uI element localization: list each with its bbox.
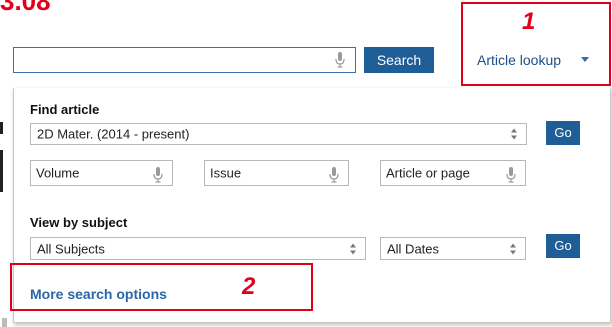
journal-select[interactable]: 2D Mater. (2014 - present) bbox=[30, 123, 527, 145]
select-arrows-icon bbox=[510, 243, 516, 254]
search-input[interactable] bbox=[13, 47, 356, 73]
select-arrows-icon bbox=[511, 128, 517, 140]
subject-select[interactable]: All Subjects bbox=[30, 237, 366, 260]
article-or-page-placeholder: Article or page bbox=[386, 165, 470, 181]
find-article-title: Find article bbox=[30, 102, 100, 117]
cropped-heading: 3.08 bbox=[0, 0, 51, 16]
find-article-go-button[interactable]: Go bbox=[546, 121, 580, 145]
microphone-icon[interactable] bbox=[329, 167, 339, 183]
background-edge-mark bbox=[0, 122, 3, 134]
background-edge-mark bbox=[2, 318, 7, 327]
annotation-box-1 bbox=[461, 2, 611, 86]
microphone-icon[interactable] bbox=[506, 167, 516, 183]
annotation-number-1: 1 bbox=[522, 8, 536, 35]
article-or-page-field[interactable]: Article or page bbox=[380, 160, 526, 186]
volume-placeholder: Volume bbox=[36, 165, 80, 181]
subject-select-value: All Subjects bbox=[37, 241, 105, 256]
microphone-icon[interactable] bbox=[153, 167, 163, 183]
volume-field[interactable]: Volume bbox=[30, 160, 173, 186]
view-by-subject-title: View by subject bbox=[30, 215, 128, 230]
dates-select-value: All Dates bbox=[387, 241, 440, 256]
annotation-number-2: 2 bbox=[242, 273, 256, 300]
issue-placeholder: Issue bbox=[210, 165, 242, 181]
issue-field[interactable]: Issue bbox=[204, 160, 349, 186]
journal-select-value: 2D Mater. (2014 - present) bbox=[37, 126, 190, 142]
search-button[interactable]: Search bbox=[364, 47, 434, 73]
microphone-icon[interactable] bbox=[335, 52, 345, 68]
background-edge-mark bbox=[0, 150, 3, 192]
page: 3.08 Search Article lookup 1 Find articl… bbox=[0, 0, 612, 327]
annotation-box-2 bbox=[10, 263, 313, 311]
dates-select[interactable]: All Dates bbox=[380, 237, 526, 260]
select-arrows-icon bbox=[350, 243, 356, 254]
view-by-subject-go-button[interactable]: Go bbox=[546, 234, 580, 258]
